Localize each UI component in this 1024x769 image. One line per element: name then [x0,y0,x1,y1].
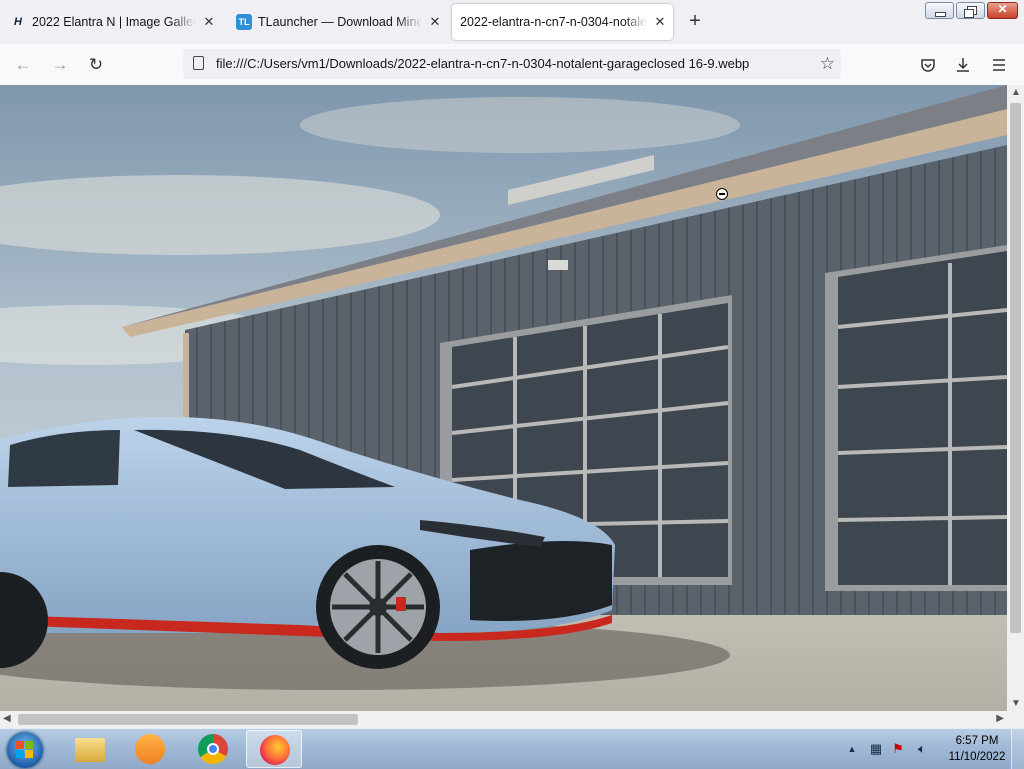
menu-icon[interactable] [986,52,1012,78]
system-tray: ▲ ▦ ⚑ 🔈︎ 6:57 PM 11/10/2022 [842,729,1024,769]
close-icon: ✕ [997,2,1008,16]
tab-elantra-gallery[interactable]: H 2022 Elantra N | Image Gallery & ✕ [0,4,222,40]
garage-door-2 [825,245,1007,591]
tab-title: 2022 Elantra N | Image Gallery & [32,15,196,29]
scroll-left-arrow-icon[interactable]: ◀ [3,713,11,724]
taskbar-explorer[interactable] [62,730,118,768]
taskbar: ▲ ▦ ⚑ 🔈︎ 6:57 PM 11/10/2022 [0,728,1024,769]
taskbar-chrome[interactable] [185,730,241,768]
image-viewer[interactable] [0,85,1007,711]
page-icon [193,56,204,70]
clock-date: 11/10/2022 [948,751,1006,763]
scroll-down-arrow-icon[interactable]: ▼ [1011,698,1021,709]
navigation-toolbar: ← → ↻ file:///C:/Users/vm1/Downloads/202… [0,44,1024,86]
tab-image-file[interactable]: 2022-elantra-n-cn7-n-0304-notalent-garag… [452,4,673,40]
minimize-button[interactable] [925,2,954,19]
horizontal-scrollbar[interactable]: ◀ ▶ [0,711,1007,728]
zoom-out-cursor-icon [716,188,728,200]
hyundai-logo-icon: H [14,16,22,28]
folder-icon [75,738,105,762]
scrollbar-thumb[interactable] [18,714,358,725]
bookmark-star-icon[interactable]: ☆ [820,49,835,79]
clock[interactable]: 6:57 PM 11/10/2022 [942,733,1012,765]
taskbar-firefox[interactable] [246,730,302,768]
chrome-icon [198,734,228,764]
windows-logo-icon [16,750,24,758]
url-text[interactable]: file:///C:/Users/vm1/Downloads/2022-elan… [216,49,749,79]
windows-logo-icon [16,741,24,749]
show-desktop-button[interactable] [1011,729,1024,769]
firefox-icon [260,735,290,765]
vertical-scrollbar[interactable]: ▲ ▼ [1007,85,1024,711]
forward-arrow-icon[interactable]: → [47,52,73,78]
network-icon[interactable]: ▦ [868,741,884,757]
pocket-icon[interactable] [915,52,941,78]
new-tab-button[interactable]: + [684,10,706,32]
windows-logo-icon [25,750,33,758]
scrollbar-thumb[interactable] [1010,103,1021,633]
windows-logo-icon [25,741,33,749]
window-controls: ✕ [925,2,1018,19]
scroll-right-arrow-icon[interactable]: ▶ [996,713,1004,724]
url-bar[interactable]: file:///C:/Users/vm1/Downloads/2022-elan… [183,49,841,79]
tab-title: TLauncher — Download Minecraft [258,15,422,29]
close-tab-icon[interactable]: ✕ [653,4,667,40]
restore-button[interactable] [956,2,985,19]
tlauncher-favicon-icon: TL [236,14,252,30]
media-player-icon [135,734,165,764]
close-tab-icon[interactable]: ✕ [202,4,216,40]
action-center-flag-icon[interactable]: ⚑ [890,741,906,757]
scroll-up-arrow-icon[interactable]: ▲ [1011,87,1021,98]
back-arrow-icon[interactable]: ← [10,52,36,78]
tab-title: 2022-elantra-n-cn7-n-0304-notalent-garag… [460,15,647,29]
close-tab-icon[interactable]: ✕ [428,4,442,40]
start-button[interactable] [7,732,43,768]
reload-icon[interactable]: ↻ [83,52,109,78]
clock-time: 6:57 PM [955,735,999,747]
close-window-button[interactable]: ✕ [987,2,1018,19]
elantra-photo [0,85,1007,711]
tab-strip: H 2022 Elantra N | Image Gallery & ✕ TL … [0,0,1024,44]
taskbar-media-player[interactable] [122,730,178,768]
volume-icon[interactable]: 🔈︎ [914,741,930,757]
tab-tlauncher[interactable]: TL TLauncher — Download Minecraft ✕ [226,4,448,40]
scrollbar-corner [1007,711,1024,728]
download-icon[interactable] [950,52,976,78]
front-wheel [316,545,440,669]
show-hidden-icons-icon[interactable]: ▲ [844,741,860,757]
